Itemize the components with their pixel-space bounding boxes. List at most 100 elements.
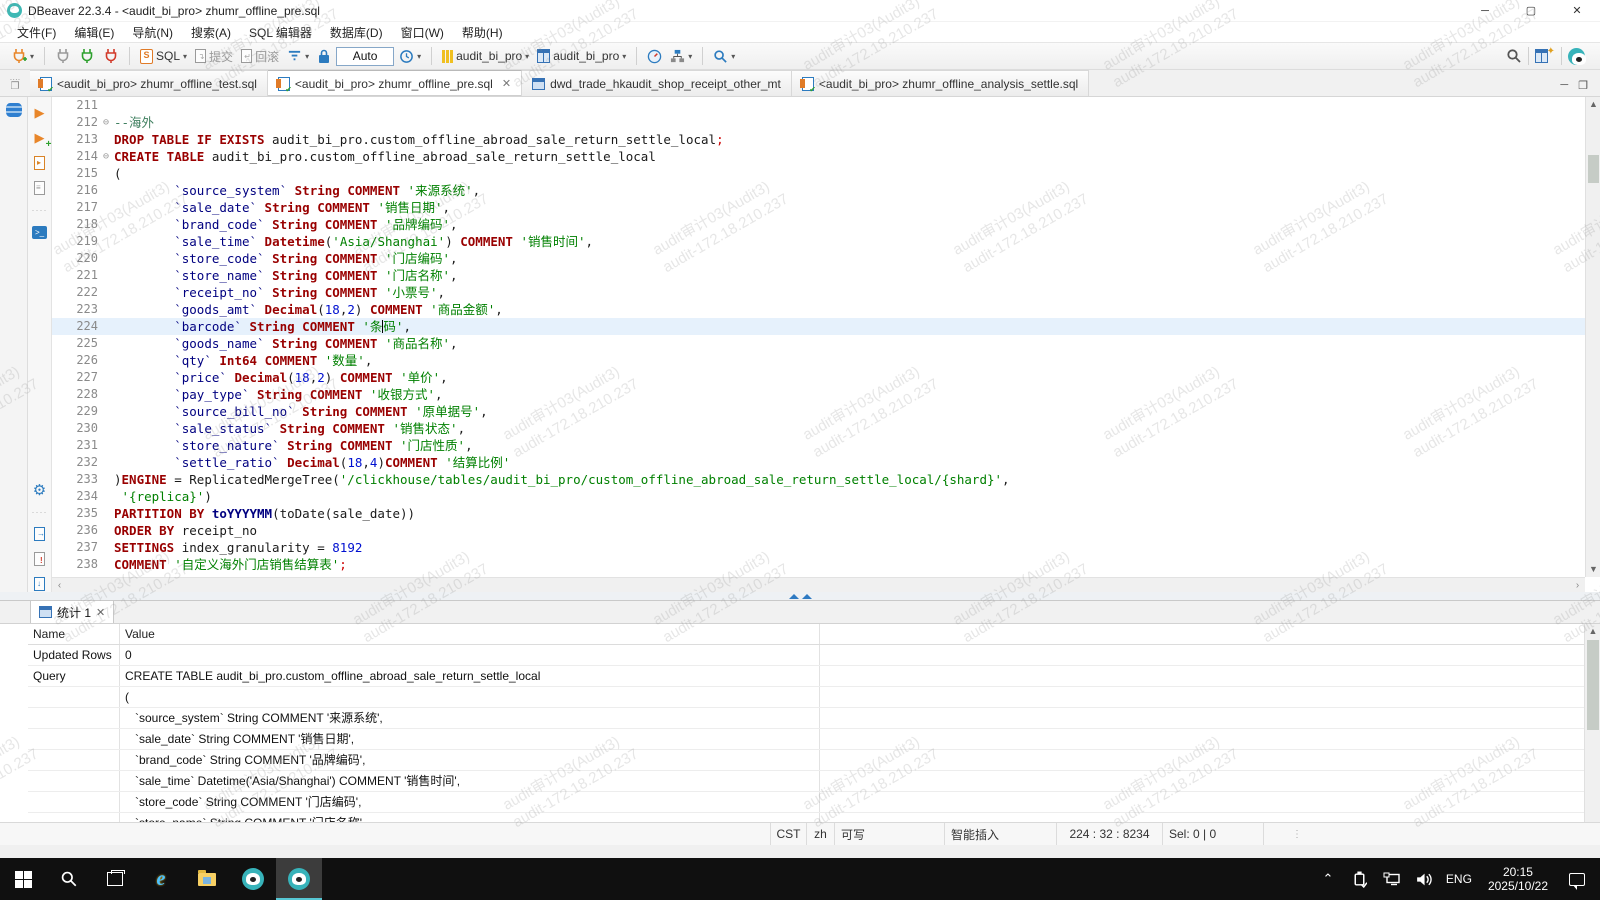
transaction-filter-button[interactable]: ▾	[284, 47, 312, 66]
panel-divider[interactable]	[0, 592, 1600, 600]
close-button[interactable]: ✕	[1554, 0, 1600, 22]
save-file-button[interactable]: ↓	[32, 576, 48, 592]
tab-area-handle[interactable]: ···· ❐	[0, 69, 30, 96]
code-line-222[interactable]: 222 `receipt_no` String COMMENT '小票号',	[52, 284, 1585, 301]
code-line-228[interactable]: 228 `pay_type` String COMMENT '收银方式',	[52, 386, 1585, 403]
disconnect-button[interactable]	[100, 46, 122, 66]
export-result-button[interactable]: →	[32, 526, 48, 542]
minimize-view-icon[interactable]: ─	[1560, 79, 1568, 92]
code-line-217[interactable]: 217 `sale_date` String COMMENT '销售日期',	[52, 199, 1585, 216]
table-row[interactable]: `sale_time` Datetime('Asia/Shanghai') CO…	[28, 771, 1584, 792]
table-row[interactable]: `store_code` String COMMENT '门店编码',	[28, 792, 1584, 813]
connect-button[interactable]	[52, 46, 74, 66]
scrollbar-thumb[interactable]	[1587, 640, 1599, 730]
execute-script-button[interactable]: ▸	[32, 155, 48, 171]
maximize-view-icon[interactable]: ❐	[1578, 79, 1588, 92]
table-row[interactable]: Updated Rows0	[28, 645, 1584, 666]
fold-marker-icon[interactable]: ⊖	[98, 148, 114, 165]
scroll-up-icon[interactable]: ▲	[1586, 97, 1600, 112]
dbeaver-taskbar-button-active[interactable]	[276, 858, 322, 900]
code-line-236[interactable]: 236ORDER BY receipt_no	[52, 522, 1585, 539]
table-row[interactable]: QueryCREATE TABLE audit_bi_pro.custom_of…	[28, 666, 1584, 687]
code-line-238[interactable]: 238COMMENT '自定义海外门店销售结算表';	[52, 556, 1585, 573]
code-line-216[interactable]: 216 `source_system` String COMMENT '来源系统…	[52, 182, 1585, 199]
code-line-233[interactable]: 233)ENGINE = ReplicatedMergeTree('/click…	[52, 471, 1585, 488]
sql-search-button[interactable]: ▾	[710, 47, 738, 66]
network-profile-button[interactable]: ▾	[667, 47, 695, 66]
menu-item-7[interactable]: 帮助(H)	[453, 22, 512, 43]
code-line-226[interactable]: 226 `qty` Int64 COMMENT '数量',	[52, 352, 1585, 369]
menu-item-0[interactable]: 文件(F)	[8, 22, 65, 43]
schema-selector[interactable]: audit_bi_pro ▾	[534, 47, 629, 65]
menu-item-3[interactable]: 搜索(A)	[182, 22, 240, 43]
taskbar-clock[interactable]: 20:15 2025/10/22	[1480, 865, 1556, 893]
code-line-234[interactable]: 234 '{replica}')	[52, 488, 1585, 505]
network-icon[interactable]	[1378, 858, 1406, 900]
code-line-218[interactable]: 218 `brand_code` String COMMENT '品牌编码',	[52, 216, 1585, 233]
scroll-down-icon[interactable]: ▼	[1586, 562, 1600, 577]
code-line-231[interactable]: 231 `store_nature` String COMMENT '门店性质'…	[52, 437, 1585, 454]
scrollbar-thumb[interactable]	[1588, 155, 1599, 183]
maximize-button[interactable]: ▢	[1508, 0, 1554, 22]
dashboard-button[interactable]	[644, 47, 665, 66]
volume-icon[interactable]	[1410, 858, 1438, 900]
editor-tab-2[interactable]: dwd_trade_hkaudit_shop_receipt_other_mt	[522, 70, 792, 96]
code-line-229[interactable]: 229 `source_bill_no` String COMMENT '原单据…	[52, 403, 1585, 420]
action-center-button[interactable]	[1560, 858, 1594, 900]
code-line-219[interactable]: 219 `sale_time` Datetime('Asia/Shanghai'…	[52, 233, 1585, 250]
database-navigator-icon[interactable]	[6, 103, 22, 117]
dbeaver-perspective-button[interactable]	[1565, 46, 1588, 67]
scroll-up-icon[interactable]: ▲	[1585, 624, 1600, 639]
menu-item-4[interactable]: SQL 编辑器	[240, 22, 321, 43]
explain-plan-button[interactable]: ≡	[32, 180, 48, 196]
execute-statement-button[interactable]: ▶	[32, 105, 48, 121]
menu-item-5[interactable]: 数据库(D)	[321, 22, 392, 43]
sql-editor-button[interactable]: SQL ▾	[137, 47, 190, 66]
close-icon[interactable]: ✕	[96, 606, 105, 619]
editor-tab-3[interactable]: <audit_bi_pro> zhumr_offline_analysis_se…	[792, 70, 1089, 96]
menu-item-6[interactable]: 窗口(W)	[392, 22, 453, 43]
scroll-left-icon[interactable]: ‹	[52, 578, 67, 593]
table-row[interactable]: `sale_date` String COMMENT '销售日期',	[28, 729, 1584, 750]
taskbar-search-button[interactable]	[46, 858, 92, 900]
code-line-220[interactable]: 220 `store_code` String COMMENT '门店编码',	[52, 250, 1585, 267]
tray-expand-button[interactable]: ⌃	[1314, 858, 1342, 900]
code-line-214[interactable]: 214⊖CREATE TABLE audit_bi_pro.custom_off…	[52, 148, 1585, 165]
file-warning-button[interactable]: !	[32, 551, 48, 567]
table-row[interactable]: `store_name` String COMMENT '门店名称',	[28, 813, 1584, 822]
sql-code-editor[interactable]: 211212⊖--海外213DROP TABLE IF EXISTS audit…	[52, 97, 1585, 577]
new-connection-button[interactable]: ▾	[8, 46, 37, 66]
editor-tab-0[interactable]: <audit_bi_pro> zhumr_offline_test.sql	[30, 70, 268, 96]
tab-statistics[interactable]: 统计 1 ✕	[30, 600, 114, 623]
execute-new-tab-button[interactable]: ▶	[32, 130, 48, 146]
code-line-237[interactable]: 237SETTINGS index_granularity = 8192	[52, 539, 1585, 556]
results-vertical-scrollbar[interactable]: ▲	[1584, 624, 1600, 822]
start-button[interactable]	[0, 858, 46, 900]
task-view-button[interactable]	[92, 858, 138, 900]
code-line-227[interactable]: 227 `price` Decimal(18,2) COMMENT '单价',	[52, 369, 1585, 386]
code-line-235[interactable]: 235PARTITION BY toYYYYMM(toDate(sale_dat…	[52, 505, 1585, 522]
usb-icon[interactable]	[1346, 858, 1374, 900]
editor-tab-1[interactable]: <audit_bi_pro> zhumr_offline_pre.sql✕	[268, 70, 522, 96]
minimize-button[interactable]: ─	[1462, 0, 1508, 22]
close-icon[interactable]: ✕	[502, 77, 511, 90]
language-indicator[interactable]: ENG	[1442, 872, 1476, 886]
code-line-211[interactable]: 211	[52, 97, 1585, 114]
code-line-213[interactable]: 213DROP TABLE IF EXISTS audit_bi_pro.cus…	[52, 131, 1585, 148]
code-line-215[interactable]: 215(	[52, 165, 1585, 182]
global-search-button[interactable]	[1503, 46, 1525, 66]
open-perspective-button[interactable]: ✦	[1532, 47, 1558, 65]
autocommit-select[interactable]: Auto	[336, 47, 394, 66]
dbeaver-taskbar-button[interactable]	[230, 858, 276, 900]
open-console-button[interactable]: >_	[32, 224, 48, 240]
fold-marker-icon[interactable]: ⊖	[98, 114, 114, 131]
code-line-230[interactable]: 230 `sale_status` String COMMENT '销售状态',	[52, 420, 1585, 437]
file-explorer-button[interactable]	[184, 858, 230, 900]
code-line-225[interactable]: 225 `goods_name` String COMMENT '商品名称',	[52, 335, 1585, 352]
code-line-221[interactable]: 221 `store_name` String COMMENT '门店名称',	[52, 267, 1585, 284]
code-line-224[interactable]: 224 `barcode` String COMMENT '条码',	[52, 318, 1585, 335]
code-line-232[interactable]: 232 `settle_ratio` Decimal(18,4)COMMENT …	[52, 454, 1585, 471]
lock-button[interactable]	[314, 47, 334, 66]
table-row[interactable]: `brand_code` String COMMENT '品牌编码',	[28, 750, 1584, 771]
column-header-name[interactable]: Name	[28, 624, 120, 644]
